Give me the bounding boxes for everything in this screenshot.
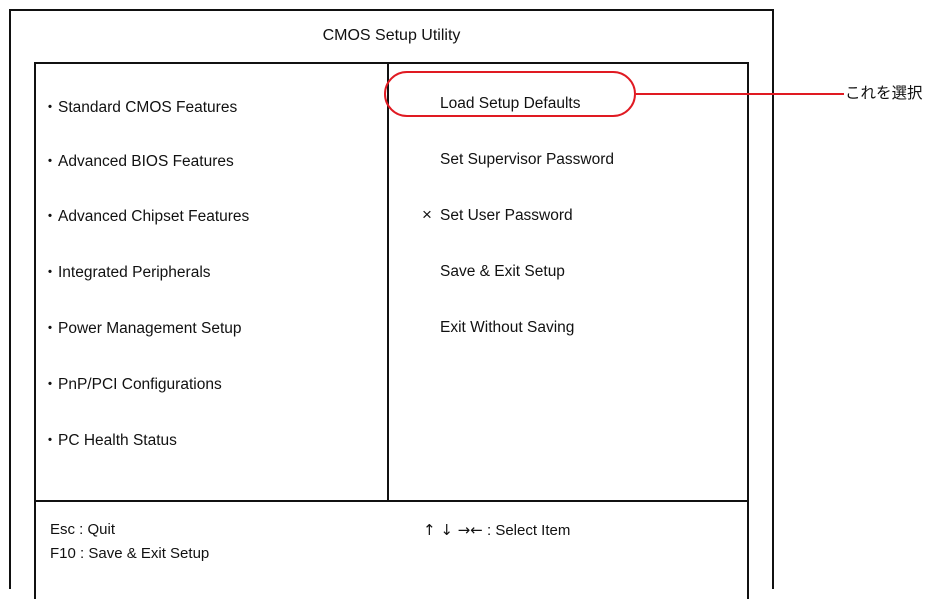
right-menu: Load Setup Defaults Set Supervisor Passw…	[389, 64, 747, 500]
menu-item-label: Power Management Setup	[58, 320, 242, 337]
callout-label: これを選択	[845, 84, 923, 102]
menu-item-load-setup-defaults[interactable]: Load Setup Defaults	[440, 95, 580, 113]
menu-item-standard-cmos-features[interactable]: ・Standard CMOS Features	[42, 95, 237, 117]
menu-item-pnp-pci-configurations[interactable]: ・PnP/PCI Configurations	[42, 372, 222, 394]
window-title: CMOS Setup Utility	[322, 27, 461, 44]
menu-item-exit-without-saving[interactable]: Exit Without Saving	[440, 319, 574, 337]
menu-item-save-exit-setup[interactable]: Save & Exit Setup	[440, 263, 565, 281]
x-mark-icon: ×	[422, 205, 432, 224]
bios-window: CMOS Setup Utility ・Standard CMOS Featur…	[9, 9, 774, 599]
f10-save-exit-hint: F10 : Save & Exit Setup	[50, 545, 210, 562]
bullet-icon: ・	[42, 153, 58, 170]
menu-item-set-supervisor-password[interactable]: Set Supervisor Password	[440, 151, 614, 169]
bullet-icon: ・	[42, 320, 58, 337]
bullet-icon: ・	[42, 99, 58, 116]
menu-item-pc-health-status[interactable]: ・PC Health Status	[42, 428, 177, 450]
arrow-keys-icon: ↑ ↓ →←	[423, 521, 483, 539]
menu-item-power-management-setup[interactable]: ・Power Management Setup	[42, 316, 242, 338]
bullet-icon: ・	[42, 264, 58, 281]
menu-item-label: Advanced Chipset Features	[58, 208, 250, 225]
menu-item-label: PC Health Status	[58, 432, 177, 449]
menu-item-advanced-bios-features[interactable]: ・Advanced BIOS Features	[42, 149, 234, 171]
menu-panel: ・Standard CMOS Features ・Advanced BIOS F…	[34, 62, 749, 599]
bullet-icon: ・	[42, 376, 58, 393]
menu-item-set-user-password[interactable]: Set User Password	[440, 207, 573, 225]
left-menu: ・Standard CMOS Features ・Advanced BIOS F…	[36, 64, 389, 500]
key-help-footer: Esc : Quit F10 : Save & Exit Setup ↑ ↓ →…	[36, 500, 747, 601]
menu-item-label: Advanced BIOS Features	[58, 153, 234, 170]
menu-item-integrated-peripherals[interactable]: ・Integrated Peripherals	[42, 260, 211, 282]
key-help-left: Esc : Quit F10 : Save & Exit Setup	[50, 518, 209, 566]
menu-item-advanced-chipset-features[interactable]: ・Advanced Chipset Features	[42, 204, 249, 226]
select-item-hint: ↑ ↓ →← : Select Item	[423, 518, 570, 543]
bullet-icon: ・	[42, 432, 58, 449]
esc-quit-hint: Esc : Quit	[50, 521, 116, 538]
menu-item-label: Standard CMOS Features	[58, 99, 238, 116]
callout-line	[636, 93, 844, 95]
menu-item-label: PnP/PCI Configurations	[58, 376, 222, 393]
select-item-label: : Select Item	[482, 522, 571, 539]
menu-item-label: Integrated Peripherals	[58, 264, 211, 281]
bullet-icon: ・	[42, 208, 58, 225]
